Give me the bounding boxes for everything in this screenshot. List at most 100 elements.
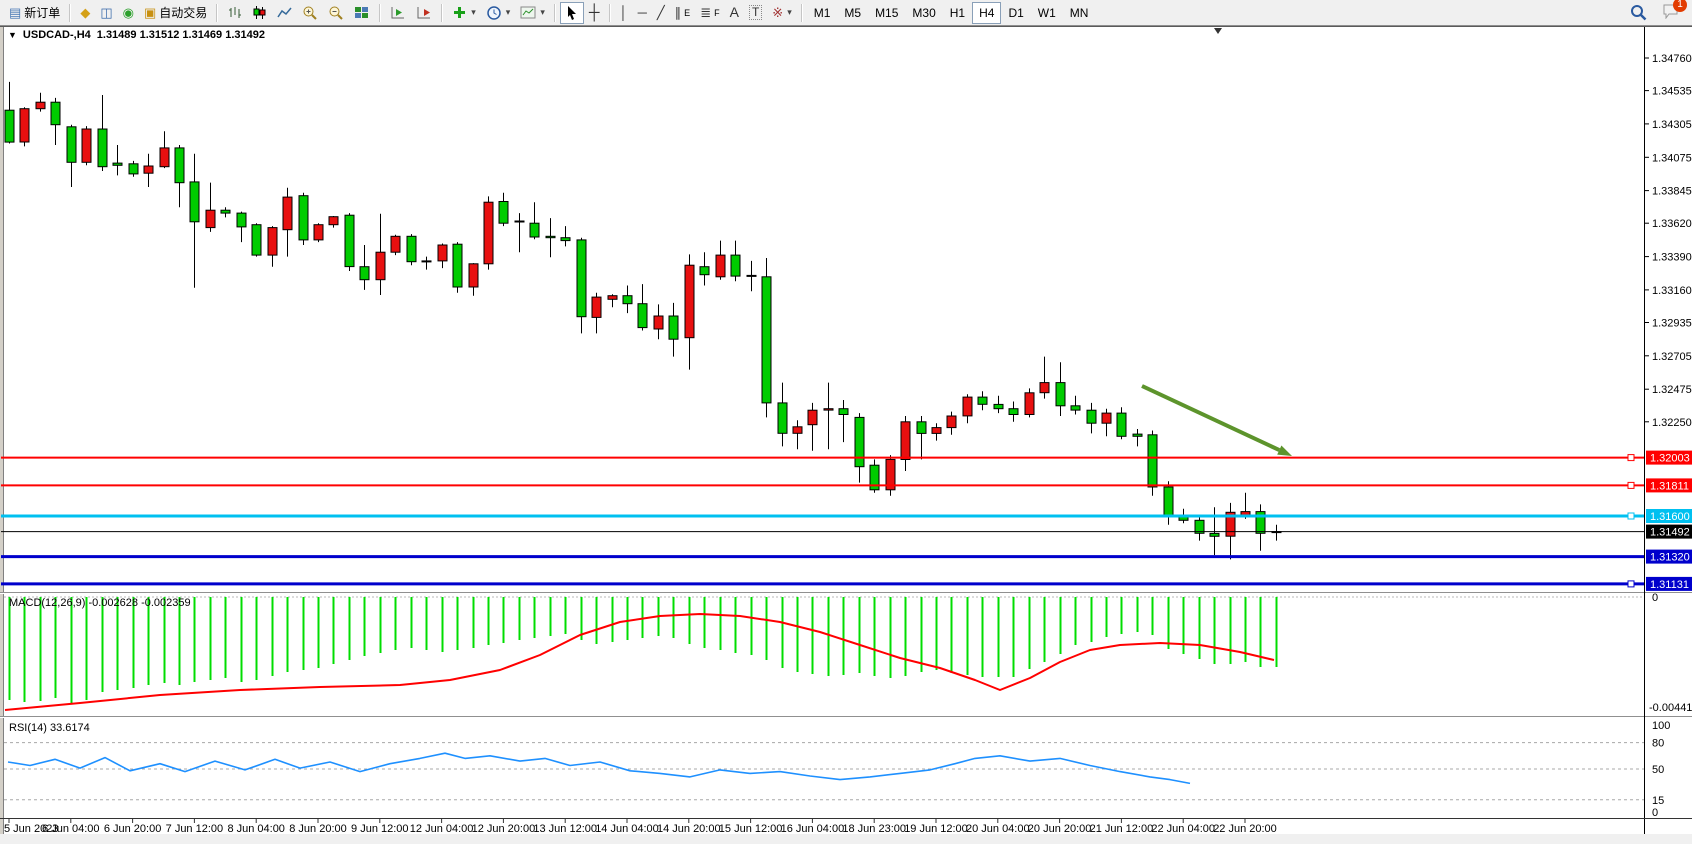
timeframe-H4[interactable]: H4 xyxy=(972,2,1001,24)
candle xyxy=(98,129,107,167)
zoom-out-button[interactable] xyxy=(323,2,349,24)
candle xyxy=(299,196,308,240)
horizontal-line-icon: ─ xyxy=(638,6,647,19)
gold-button[interactable]: ◆ xyxy=(75,2,95,24)
candle xyxy=(1040,383,1049,393)
text-label-button[interactable]: T xyxy=(744,2,767,24)
arrows-button[interactable]: ※▾ xyxy=(767,2,796,24)
auto-scroll-button[interactable] xyxy=(385,2,411,24)
line-chart-icon xyxy=(277,5,292,20)
candle xyxy=(978,397,987,404)
candle xyxy=(932,428,941,434)
candle xyxy=(1148,435,1157,487)
timeframe-M5[interactable]: M5 xyxy=(837,2,868,24)
candle xyxy=(376,252,385,280)
candle xyxy=(793,427,802,434)
text-button[interactable]: A xyxy=(725,2,744,24)
price-axis-label: 1.34760 xyxy=(1652,53,1692,65)
candlestick-icon xyxy=(252,5,267,20)
toolbar-separator xyxy=(801,4,803,22)
chevron-down-icon: ▾ xyxy=(787,7,792,18)
candle xyxy=(51,102,60,125)
timeframe-M30[interactable]: M30 xyxy=(905,2,942,24)
market-watch-icon: ◫ xyxy=(100,6,112,19)
candle xyxy=(345,215,354,266)
trendline-icon: ╱ xyxy=(657,6,665,19)
candle xyxy=(484,202,493,264)
crosshair-icon: ┼ xyxy=(589,6,600,19)
autotrading-button[interactable]: ▣ 自动交易 xyxy=(139,2,212,24)
candle xyxy=(839,409,848,415)
candle xyxy=(947,416,956,428)
chart-shift-button[interactable] xyxy=(411,2,437,24)
macd-axis-min: -0.004415 xyxy=(1649,702,1692,714)
line-handle[interactable] xyxy=(1628,581,1634,587)
date-axis-label: 12 Jun 20:00 xyxy=(472,823,536,835)
timeframe-D1[interactable]: D1 xyxy=(1001,2,1030,24)
periods-button[interactable]: ▾ xyxy=(481,2,516,24)
candle xyxy=(175,148,184,183)
cursor-icon xyxy=(565,5,579,20)
date-axis-label: 14 Jun 20:00 xyxy=(657,823,721,835)
timeframe-MN[interactable]: MN xyxy=(1063,2,1096,24)
new-order-label: 新订单 xyxy=(24,4,60,21)
fibonacci-button[interactable]: ≣F xyxy=(695,2,724,24)
candle xyxy=(608,296,617,300)
zoom-in-button[interactable] xyxy=(297,2,323,24)
candle xyxy=(716,255,725,277)
line-handle[interactable] xyxy=(1628,455,1634,461)
crosshair-button[interactable]: ┼ xyxy=(584,2,605,24)
gold-icon: ◆ xyxy=(80,6,90,19)
one-click-expander[interactable]: ▼ xyxy=(8,30,17,40)
price-axis-label: 1.32935 xyxy=(1652,318,1692,330)
trendline-button[interactable]: ╱ xyxy=(652,2,670,24)
toolbar-separator xyxy=(609,4,611,22)
line-chart-button[interactable] xyxy=(272,2,297,24)
bottom-strip xyxy=(0,834,1692,844)
chat-badge: 1 xyxy=(1673,0,1687,12)
candle xyxy=(824,409,833,410)
window-left-border xyxy=(0,26,3,834)
timeframe-M1[interactable]: M1 xyxy=(807,2,838,24)
vertical-line-button[interactable]: │ xyxy=(615,2,633,24)
candle xyxy=(994,404,1003,408)
chat-button[interactable]: 1 xyxy=(1662,3,1680,22)
market-watch-button[interactable]: ◫ xyxy=(95,2,117,24)
price-axis-label: 1.32250 xyxy=(1652,417,1692,429)
timeframe-W1[interactable]: W1 xyxy=(1031,2,1063,24)
candle xyxy=(963,397,972,416)
new-order-button[interactable]: ▤ 新订单 xyxy=(4,2,65,24)
text-icon: A xyxy=(730,6,739,19)
search-button[interactable] xyxy=(1625,2,1652,24)
candle xyxy=(1210,533,1219,536)
timeframe-group: M1M5M15M30H1H4D1W1MN xyxy=(807,2,1096,24)
candle xyxy=(561,238,570,241)
rsi-axis-label: 80 xyxy=(1652,738,1664,750)
date-axis-label: 6 Jun 04:00 xyxy=(42,823,100,835)
channel-button[interactable]: ∥E xyxy=(670,2,696,24)
candle xyxy=(113,163,122,165)
tile-windows-button[interactable] xyxy=(349,2,375,24)
candlestick-chart-button[interactable] xyxy=(247,2,272,24)
candle xyxy=(577,240,586,317)
bar-chart-button[interactable] xyxy=(222,2,247,24)
price-axis-label: 1.34535 xyxy=(1652,86,1692,98)
candle xyxy=(82,129,91,162)
indicators-button[interactable]: ▾ xyxy=(447,2,481,24)
candle xyxy=(67,127,76,163)
horizontal-line-button[interactable]: ─ xyxy=(633,2,652,24)
price-axis-label: 1.32705 xyxy=(1652,351,1692,363)
candle xyxy=(438,245,447,261)
candle xyxy=(1025,393,1034,415)
cursor-button[interactable] xyxy=(560,2,584,24)
autotrading-label: 自动交易 xyxy=(159,4,207,21)
candle xyxy=(407,236,416,261)
candle xyxy=(499,202,508,224)
signals-button[interactable]: ◉ xyxy=(118,2,139,24)
line-handle[interactable] xyxy=(1628,513,1634,519)
timeframe-M15[interactable]: M15 xyxy=(868,2,905,24)
line-handle[interactable] xyxy=(1628,482,1634,488)
candle xyxy=(623,296,632,304)
timeframe-H1[interactable]: H1 xyxy=(943,2,972,24)
templates-button[interactable]: ▾ xyxy=(515,2,550,24)
